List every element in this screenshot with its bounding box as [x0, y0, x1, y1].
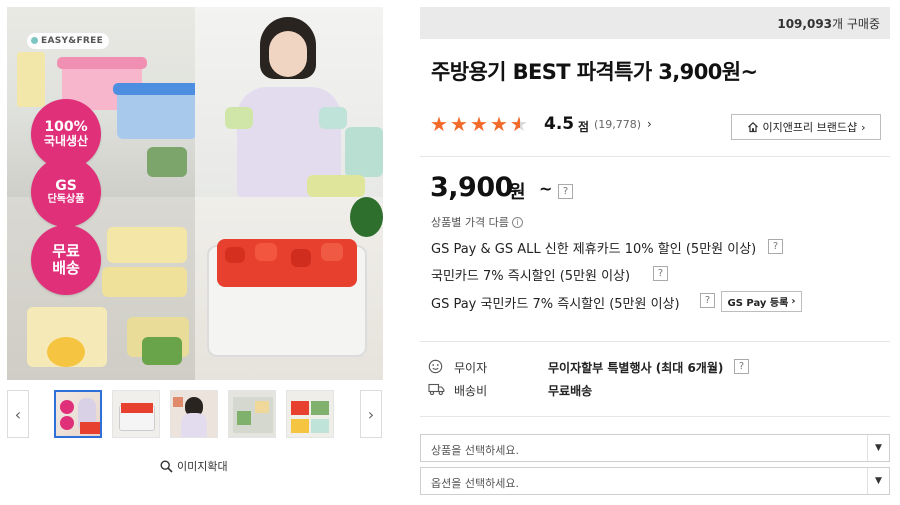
main-product-image[interactable]: EASY&FREE 100% 국내생산 GS 단독상품 무료 배송 [7, 7, 383, 380]
caret-down-icon: ▼ [867, 468, 889, 494]
installment-help-icon[interactable]: ? [734, 359, 749, 374]
rating-stars[interactable]: ★ ★ ★ ★ ★ [430, 114, 530, 134]
discount-shinhan: GS Pay & GS ALL 신한 제휴카드 10% 할인 (5만원 이상) [431, 242, 757, 257]
badge-line: 무료 [52, 241, 80, 260]
discount-gspay-kookmin: GS Pay 국민카드 7% 즉시할인 (5만원 이상) [431, 297, 680, 312]
brand-badge: EASY&FREE [27, 33, 110, 49]
badge-line: 국내생산 [43, 134, 89, 149]
purchase-count-bar: 109,093개 구매중 [420, 7, 890, 39]
star-icon: ★ [450, 112, 468, 136]
product-select[interactable]: 상품을 선택하세요. ▼ [420, 434, 890, 462]
thumbnail-prev-button[interactable]: ‹ [7, 390, 29, 438]
star-half-icon: ★ [510, 114, 530, 134]
chevron-right-icon: › [861, 120, 866, 134]
thumbnail-5[interactable] [286, 390, 334, 438]
star-icon: ★ [470, 112, 488, 136]
chevron-right-icon: › [791, 296, 796, 307]
thumbnail-1[interactable] [54, 390, 102, 438]
badge-free-shipping: 무료 배송 [31, 225, 101, 295]
brand-shop-label: 이지앤프리 브랜드샵 [762, 121, 858, 134]
price-diff-label: 상품별 가격 다름 [431, 216, 509, 229]
rating-score: 4.5 [544, 114, 575, 134]
caret-down-icon: ▼ [867, 435, 889, 461]
discount-help-icon[interactable]: ? [768, 239, 783, 254]
thumbnail-2[interactable] [112, 390, 160, 438]
divider [420, 416, 890, 417]
option-select-placeholder: 옵션을 선택하세요. [431, 477, 519, 490]
divider [420, 156, 890, 157]
image-panel-food [7, 197, 195, 380]
installment-label: 무이자 [454, 361, 488, 375]
purchase-count-suffix: 개 구매중 [832, 17, 880, 31]
thumbnail-3[interactable] [170, 390, 218, 438]
chevron-left-icon: ‹ [14, 404, 22, 424]
installment-value: 무이자할부 특별행사 (최대 6개월) [548, 361, 724, 375]
badge-line: 단독상품 [47, 194, 85, 206]
price-tilde: ~ [539, 179, 553, 198]
magnifier-icon [160, 459, 173, 473]
brand-shop-button[interactable]: 이지앤프리 브랜드샵 › [731, 114, 881, 140]
image-zoom-button[interactable]: 이미지확대 [160, 458, 228, 474]
home-icon [747, 121, 758, 133]
badge-line: 100% [44, 119, 88, 136]
thumbnail-4[interactable] [228, 390, 276, 438]
product-title: 주방용기 BEST 파격특가 3,900원~ [431, 60, 758, 84]
image-panel-model [195, 7, 383, 197]
thumbnail-next-button[interactable]: › [360, 390, 382, 438]
review-count-link[interactable]: (19,778) [594, 118, 641, 131]
price-help-icon[interactable]: ? [558, 184, 573, 199]
badge-gs-exclusive: GS 단독상품 [31, 157, 101, 227]
purchase-count-number: 109,093 [777, 17, 833, 31]
divider [420, 341, 890, 342]
product-select-placeholder: 상품을 선택하세요. [431, 444, 519, 457]
chevron-right-icon[interactable]: › [647, 117, 652, 131]
zoom-label: 이미지확대 [177, 460, 228, 473]
rating-unit: 점 [578, 120, 590, 134]
shipping-value: 무료배송 [548, 384, 593, 398]
smile-icon [428, 359, 444, 374]
purchase-count: 109,093개 구매중 [777, 15, 880, 32]
image-panel-watermelon [195, 197, 383, 380]
price-value: 3,900 [430, 172, 513, 203]
shipping-label: 배송비 [454, 384, 488, 398]
discount-help-icon[interactable]: ? [653, 266, 668, 281]
price-diff-note: 상품별 가격 다름 i [431, 214, 523, 230]
option-select[interactable]: 옵션을 선택하세요. ▼ [420, 467, 890, 495]
badge-line: 배송 [52, 259, 80, 277]
star-icon: ★ [430, 112, 448, 136]
discount-help-icon[interactable]: ? [700, 293, 715, 308]
chevron-right-icon: › [367, 404, 375, 424]
info-icon[interactable]: i [511, 216, 523, 228]
discount-kookmin: 국민카드 7% 즉시할인 (5만원 이상) [431, 269, 631, 284]
gspay-register-label: GS Pay 등록 [727, 298, 789, 309]
badge-line: GS [55, 178, 77, 195]
price-unit: 원 [509, 182, 526, 203]
gspay-register-button[interactable]: GS Pay 등록 › [721, 291, 802, 312]
star-icon: ★ [490, 112, 508, 136]
truck-icon [428, 382, 445, 396]
